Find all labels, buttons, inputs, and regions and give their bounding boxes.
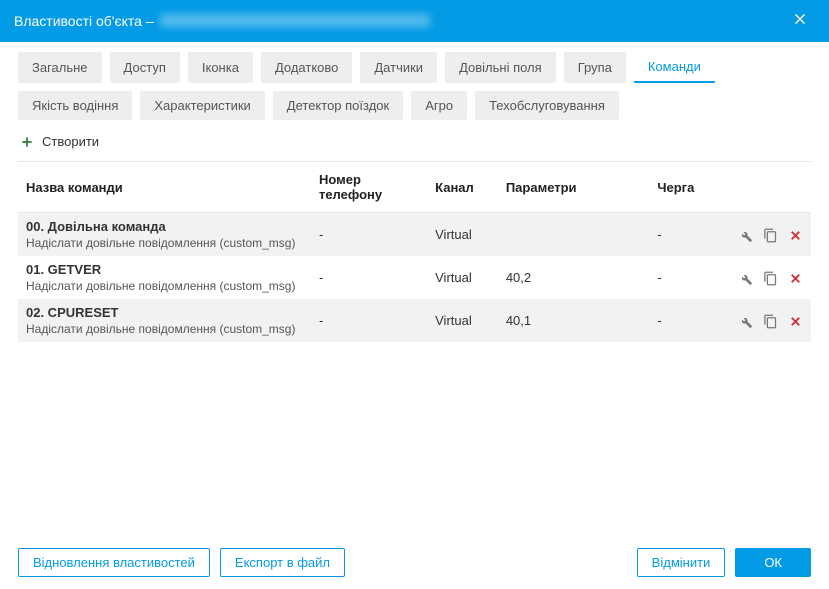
- tab-7[interactable]: Команди: [634, 52, 715, 83]
- tab-4[interactable]: Датчики: [360, 52, 437, 83]
- cell-phone: -: [311, 256, 427, 299]
- copy-icon[interactable]: [763, 228, 778, 243]
- cancel-button[interactable]: Відмінити: [637, 548, 726, 577]
- cell-phone: -: [311, 213, 427, 257]
- command-name: 00. Довільна команда: [26, 219, 303, 234]
- cell-channel: Virtual: [427, 256, 498, 299]
- th-channel: Канал: [427, 162, 498, 213]
- th-params: Параметри: [498, 162, 650, 213]
- cell-queue: -: [649, 213, 710, 257]
- tab-2[interactable]: Іконка: [188, 52, 253, 83]
- table-row: 01. GETVER Надіслати довільне повідомленн…: [18, 256, 811, 299]
- wrench-icon[interactable]: [738, 228, 753, 243]
- th-queue: Черга: [649, 162, 710, 213]
- toolbar: Створити: [0, 124, 829, 161]
- tab-11[interactable]: Агро: [411, 91, 467, 120]
- wrench-icon[interactable]: [738, 271, 753, 286]
- tab-0[interactable]: Загальне: [18, 52, 102, 83]
- export-to-file-button[interactable]: Експорт в файл: [220, 548, 345, 577]
- th-phone: Номер телефону: [311, 162, 427, 213]
- delete-icon[interactable]: [788, 314, 803, 329]
- copy-icon[interactable]: [763, 271, 778, 286]
- dialog-header: Властивості об'єкта –: [0, 0, 829, 42]
- command-name: 01. GETVER: [26, 262, 303, 277]
- cell-params: 40,1: [498, 299, 650, 342]
- tabs-bar: Загальне Доступ Іконка Додатково Датчики Дові…: [0, 42, 829, 124]
- tab-8[interactable]: Якість водіння: [18, 91, 132, 120]
- commands-table: Назва команди Номер телефону Канал Парам…: [18, 161, 811, 342]
- tab-1[interactable]: Доступ: [110, 52, 180, 83]
- command-name: 02. CPURESET: [26, 305, 303, 320]
- cell-queue: -: [649, 299, 710, 342]
- tab-3[interactable]: Додатково: [261, 52, 352, 83]
- th-actions: [710, 162, 811, 213]
- copy-icon[interactable]: [763, 314, 778, 329]
- cell-channel: Virtual: [427, 213, 498, 257]
- delete-icon[interactable]: [788, 271, 803, 286]
- dialog-footer: Відновлення властивостей Експорт в файл …: [0, 536, 829, 589]
- tab-12[interactable]: Техобслуговування: [475, 91, 619, 120]
- tab-6[interactable]: Група: [564, 52, 626, 83]
- cell-channel: Virtual: [427, 299, 498, 342]
- table-row: 02. CPURESET Надіслати довільне повідомле…: [18, 299, 811, 342]
- command-desc: Надіслати довільне повідомлення (custom_…: [26, 279, 303, 293]
- cell-phone: -: [311, 299, 427, 342]
- plus-icon: [20, 135, 34, 149]
- tab-9[interactable]: Характеристики: [140, 91, 264, 120]
- cell-queue: -: [649, 256, 710, 299]
- cell-params: [498, 213, 650, 257]
- create-button[interactable]: Створити: [20, 132, 99, 151]
- command-desc: Надіслати довільне повідомлення (custom_…: [26, 322, 303, 336]
- close-icon[interactable]: [785, 6, 815, 36]
- restore-properties-button[interactable]: Відновлення властивостей: [18, 548, 210, 577]
- th-name: Назва команди: [18, 162, 311, 213]
- create-button-label: Створити: [42, 134, 99, 149]
- delete-icon[interactable]: [788, 228, 803, 243]
- tab-5[interactable]: Довільні поля: [445, 52, 556, 83]
- ok-button[interactable]: ОК: [735, 548, 811, 577]
- dialog-title: Властивості об'єкта –: [14, 13, 154, 29]
- command-desc: Надіслати довільне повідомлення (custom_…: [26, 236, 303, 250]
- table-row: 00. Довільна команда Надіслати довільне п…: [18, 213, 811, 257]
- wrench-icon[interactable]: [738, 314, 753, 329]
- cell-params: 40,2: [498, 256, 650, 299]
- tab-10[interactable]: Детектор поїздок: [273, 91, 403, 120]
- dialog-subtitle-blurred: [160, 13, 785, 29]
